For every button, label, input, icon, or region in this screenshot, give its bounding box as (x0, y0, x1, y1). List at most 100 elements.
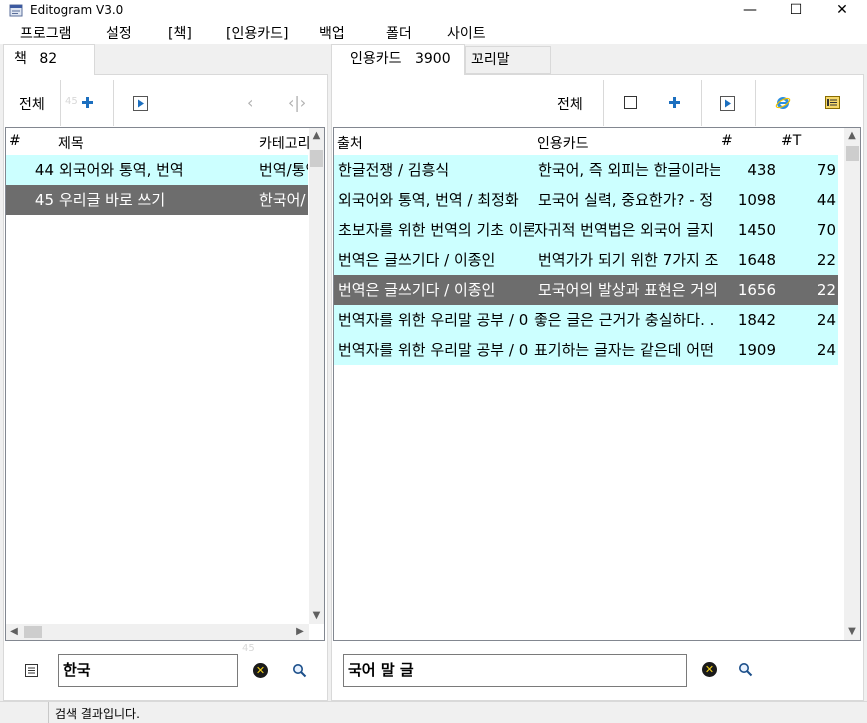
menu-program[interactable]: 프로그램 (20, 23, 72, 43)
card-num: 1842 (737, 311, 776, 329)
books-show-all-button[interactable]: 전체 (19, 94, 45, 114)
toolbar-separator (60, 80, 61, 126)
card-text: 자귀적 번역법은 외국어 글지 (534, 221, 714, 239)
status-separator (48, 702, 49, 723)
card-source: 외국어와 통역, 번역 / 최정화 (338, 191, 519, 209)
minimize-button[interactable]: — (727, 0, 773, 22)
book-title: 외국어와 통역, 번역 (59, 161, 184, 179)
add-card-icon[interactable] (667, 95, 682, 110)
tab-books-count: 82 (39, 51, 58, 67)
card-t: 22 (816, 281, 836, 299)
clear-search-icon[interactable]: ✕ (702, 662, 717, 677)
play-next-icon[interactable] (133, 96, 148, 111)
card-t: 44 (816, 191, 836, 209)
book-num: 45 (34, 191, 54, 209)
add-book-icon[interactable] (80, 95, 95, 110)
tab-books[interactable]: 책 82 (3, 44, 95, 75)
menu-books[interactable]: [책] (168, 23, 192, 43)
book-title: 우리글 바로 쓰기 (59, 191, 166, 209)
maximize-button[interactable]: ☐ (773, 0, 819, 22)
card-t: 22 (816, 251, 836, 269)
card-text: 번역가가 되기 위한 7가지 조 (538, 251, 719, 269)
books-header-num[interactable]: # (9, 133, 21, 149)
table-row[interactable]: 45 우리글 바로 쓰기 한국어/ (6, 185, 308, 215)
card-source: 번역은 글쓰기다 / 이종인 (338, 251, 496, 269)
card-num: 1098 (737, 191, 776, 209)
card-num: 1656 (737, 281, 776, 299)
cards-header-t[interactable]: #T (781, 133, 801, 149)
table-row[interactable]: 외국어와 통역, 번역 / 최정화 모국어 실력, 중요한가? - 정 1098… (334, 185, 838, 215)
table-row[interactable]: 한글전쟁 / 김흥식 한국어, 즉 외피는 한글이라는 438 79 (334, 155, 838, 185)
tab-footnote[interactable]: 꼬리말 (465, 46, 551, 74)
search-icon[interactable] (292, 663, 307, 678)
menu-settings[interactable]: 설정 (106, 23, 132, 43)
card-num: 1450 (737, 221, 776, 239)
card-search-input[interactable]: 국어 말 글 (343, 654, 687, 687)
book-category: 번역/통역 (259, 161, 308, 179)
card-t: 24 (816, 341, 836, 359)
faded-book-number: 45 (65, 96, 78, 107)
clear-search-icon[interactable]: ✕ (253, 663, 268, 678)
card-source: 초보자를 위한 번역의 기초 이론 (338, 221, 534, 239)
scroll-up-icon[interactable]: ▲ (309, 130, 324, 141)
menu-site[interactable]: 사이트 (447, 23, 486, 43)
cards-show-all-button[interactable]: 전체 (557, 94, 583, 114)
table-row[interactable]: 번역은 글쓰기다 / 이종인 모국어의 발상과 표현은 거의 1656 22 (334, 275, 838, 305)
card-source: 한글전쟁 / 김흥식 (338, 161, 450, 179)
table-row[interactable]: 초보자를 위한 번역의 기초 이론 자귀적 번역법은 외국어 글지 1450 7… (334, 215, 838, 245)
table-row[interactable]: 번역은 글쓰기다 / 이종인 번역가가 되기 위한 7가지 조 1648 22 (334, 245, 838, 275)
books-header-title[interactable]: 제목 (58, 133, 84, 153)
card-t: 24 (816, 311, 836, 329)
app-icon (9, 3, 24, 18)
tab-quote-cards-count: 3900 (414, 51, 451, 67)
close-button[interactable]: ✕ (819, 0, 865, 22)
jump-arrows-icon[interactable]: ‹|› (288, 93, 306, 112)
book-search-input[interactable]: 한국 (58, 654, 238, 687)
cards-header-num[interactable]: # (721, 133, 733, 149)
cards-vertical-scrollbar[interactable]: ▲ ▼ (844, 128, 860, 640)
internet-explorer-icon[interactable] (775, 95, 791, 110)
books-header-category[interactable]: 카테고리 (259, 133, 309, 153)
new-card-icon[interactable] (623, 95, 638, 110)
scrollbar-thumb[interactable] (24, 626, 42, 638)
tab-quote-cards-label: 인용카드 (350, 51, 402, 67)
faded-search-number: 45 (242, 643, 255, 654)
card-t: 70 (816, 221, 836, 239)
book-list-icon[interactable] (24, 663, 39, 678)
card-text: 좋은 글은 근거가 충실하다. . (534, 311, 715, 329)
scroll-down-icon[interactable]: ▼ (844, 626, 860, 637)
tab-quote-cards[interactable]: 인용카드 3900 (331, 44, 465, 75)
card-list-icon[interactable] (825, 95, 840, 110)
books-vertical-scrollbar[interactable]: ▲ ▼ (309, 128, 324, 624)
card-source: 번역자를 위한 우리말 공부 / 0 (338, 311, 529, 329)
table-row[interactable]: 번역자를 위한 우리말 공부 / 0 표기하는 글자는 같은데 어떤 1909 … (334, 335, 838, 365)
scroll-down-icon[interactable]: ▼ (309, 610, 324, 621)
play-next-icon[interactable] (720, 96, 735, 111)
card-t: 79 (816, 161, 836, 179)
tab-footnote-label: 꼬리말 (471, 52, 510, 68)
scrollbar-thumb[interactable] (846, 146, 859, 161)
cards-header-source[interactable]: 출처 (337, 133, 363, 153)
search-icon[interactable] (738, 662, 753, 677)
toolbar-separator (755, 80, 756, 126)
toolbar-separator (701, 80, 702, 126)
book-category: 한국어/ (259, 191, 306, 209)
toolbar-separator (113, 80, 114, 126)
cards-header-card[interactable]: 인용카드 (537, 133, 589, 153)
scrollbar-thumb[interactable] (310, 150, 323, 167)
table-row[interactable]: 번역자를 위한 우리말 공부 / 0 좋은 글은 근거가 충실하다. . 184… (334, 305, 838, 335)
card-num: 1909 (737, 341, 776, 359)
scroll-left-icon[interactable]: ◀ (8, 626, 20, 637)
window-title: Editogram V3.0 (30, 3, 124, 17)
menu-backup[interactable]: 백업 (319, 23, 345, 43)
books-horizontal-scrollbar[interactable]: ◀ ▶ (6, 624, 309, 640)
scroll-right-icon[interactable]: ▶ (294, 626, 306, 637)
menu-folder[interactable]: 폴더 (386, 23, 412, 43)
menu-quote-cards[interactable]: [인용카드] (226, 23, 288, 43)
prev-arrow-icon[interactable]: ‹ (247, 93, 253, 112)
tab-books-label: 책 (14, 51, 27, 67)
scroll-up-icon[interactable]: ▲ (844, 130, 860, 141)
table-row[interactable]: 44 외국어와 통역, 번역 번역/통역 (6, 155, 308, 185)
card-source: 번역은 글쓰기다 / 이종인 (338, 281, 496, 299)
card-source: 번역자를 위한 우리말 공부 / 0 (338, 341, 529, 359)
